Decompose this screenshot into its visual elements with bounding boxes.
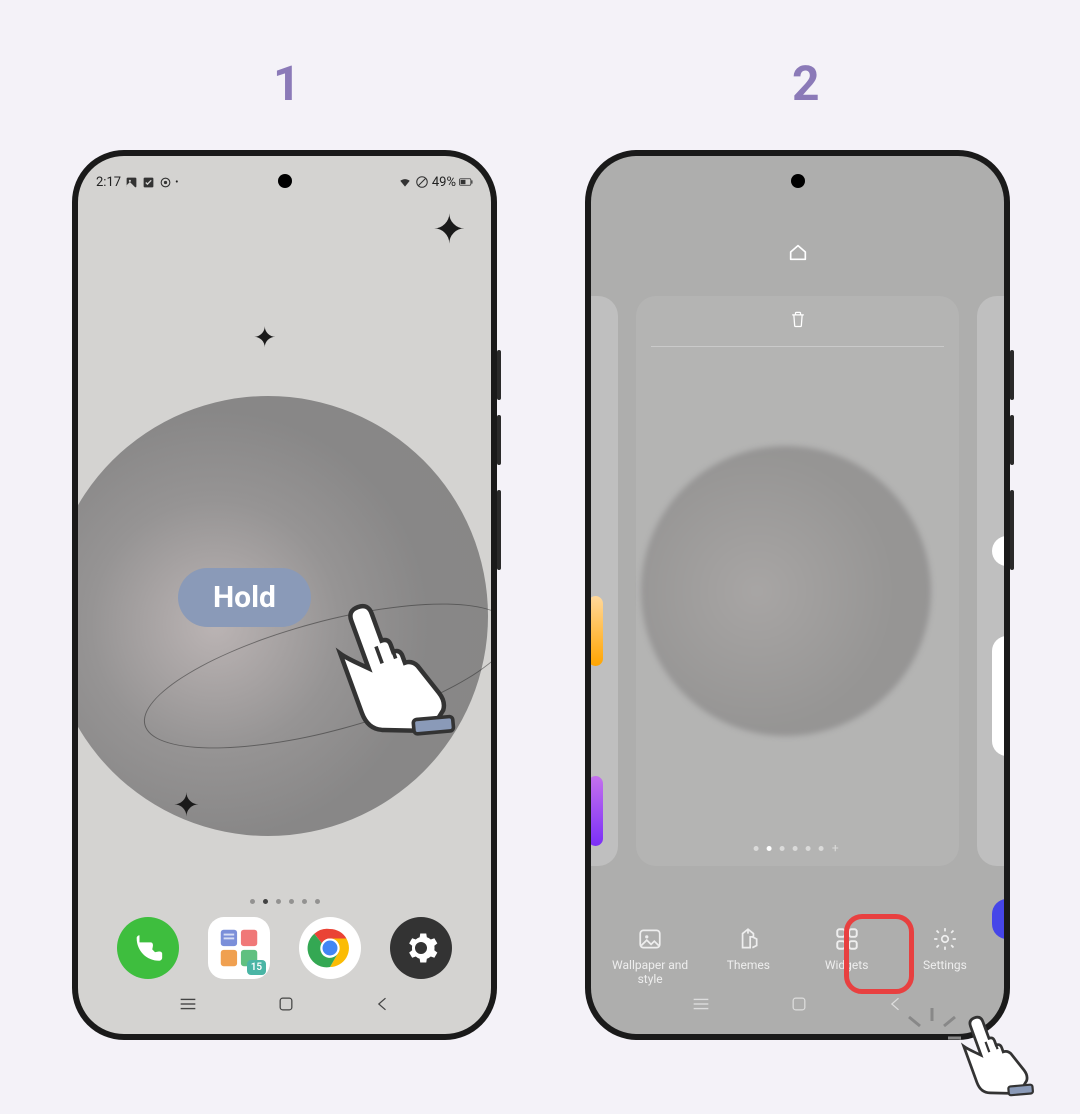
apps-count-badge: 15 bbox=[247, 960, 266, 975]
page-dot bbox=[793, 846, 798, 851]
page-dot bbox=[819, 846, 824, 851]
power-button bbox=[497, 490, 501, 570]
page-preview-current[interactable] bbox=[636, 296, 959, 866]
widget-peek bbox=[591, 776, 603, 846]
step-number-one: 1 bbox=[273, 55, 301, 112]
page-dot bbox=[806, 846, 811, 851]
add-page-icon[interactable]: + bbox=[832, 842, 839, 854]
chrome-app-icon[interactable] bbox=[299, 917, 361, 979]
page-dot-active bbox=[767, 846, 772, 851]
sparkle-icon: ✦ bbox=[432, 206, 466, 253]
themes-button[interactable]: Themes bbox=[703, 926, 793, 986]
home-button[interactable] bbox=[276, 994, 296, 1019]
wallpaper-style-button[interactable]: Wallpaper and style bbox=[605, 926, 695, 986]
dock-bar: 15 bbox=[78, 917, 491, 979]
page-indicator bbox=[250, 899, 320, 904]
phone-frame-step-2: + Wallpaper and style Themes Widge bbox=[585, 150, 1010, 1040]
cursor-tap-icon bbox=[933, 1000, 1043, 1110]
sparkle-icon: ✦ bbox=[173, 786, 200, 824]
target-icon bbox=[158, 175, 172, 189]
settings-app-icon[interactable] bbox=[390, 917, 452, 979]
home-editor-options: Wallpaper and style Themes Widgets Setti… bbox=[591, 926, 1004, 986]
page-dot bbox=[289, 899, 294, 904]
no-signal-icon bbox=[415, 175, 429, 189]
wallpaper-preview-sphere bbox=[641, 446, 931, 736]
camera-hole bbox=[278, 174, 292, 188]
cursor-pointer-icon bbox=[290, 578, 470, 758]
recents-button[interactable] bbox=[177, 993, 199, 1020]
recents-button[interactable] bbox=[690, 993, 712, 1020]
checkbox-icon bbox=[141, 175, 155, 189]
page-dot-active bbox=[263, 899, 268, 904]
volume-down-button bbox=[497, 415, 501, 465]
page-dot bbox=[302, 899, 307, 904]
status-time: 2:17 bbox=[96, 175, 121, 190]
preview-divider bbox=[651, 346, 944, 347]
option-label: Settings bbox=[923, 958, 967, 972]
option-label: Wallpaper and style bbox=[605, 958, 695, 986]
page-indicator: + bbox=[754, 842, 839, 854]
page-preview-prev[interactable] bbox=[591, 296, 618, 866]
page-dot bbox=[276, 899, 281, 904]
page-preview-next[interactable] bbox=[977, 296, 1004, 866]
highlight-box bbox=[844, 914, 914, 994]
power-button bbox=[1010, 490, 1014, 570]
widget-peek bbox=[992, 636, 1004, 756]
image-icon bbox=[124, 175, 138, 189]
volume-down-button bbox=[1010, 415, 1014, 465]
apps-grid-icon[interactable]: 15 bbox=[208, 917, 270, 979]
wifi-icon bbox=[398, 175, 412, 189]
step-number-two: 2 bbox=[792, 55, 820, 112]
page-dot bbox=[754, 846, 759, 851]
gear-icon bbox=[932, 926, 958, 952]
camera-hole bbox=[791, 174, 805, 188]
widget-peek bbox=[591, 596, 603, 666]
page-dot bbox=[315, 899, 320, 904]
phone-app-icon[interactable] bbox=[117, 917, 179, 979]
home-button[interactable] bbox=[789, 994, 809, 1019]
volume-up-button bbox=[497, 350, 501, 400]
themes-icon bbox=[735, 926, 761, 952]
battery-icon bbox=[459, 175, 473, 189]
page-dot bbox=[250, 899, 255, 904]
back-button[interactable] bbox=[373, 994, 393, 1019]
home-indicator-icon[interactable] bbox=[787, 241, 809, 263]
wallpaper-icon bbox=[637, 926, 663, 952]
option-label: Themes bbox=[727, 958, 770, 972]
battery-percent: 49% bbox=[432, 175, 456, 190]
more-indicator: • bbox=[175, 177, 178, 188]
sparkle-icon: ✦ bbox=[253, 321, 276, 354]
volume-up-button bbox=[1010, 350, 1014, 400]
delete-page-icon[interactable] bbox=[788, 308, 808, 330]
widget-peek bbox=[992, 536, 1004, 566]
navigation-bar bbox=[78, 986, 491, 1026]
home-editor-screen[interactable]: + Wallpaper and style Themes Widge bbox=[591, 156, 1004, 1034]
page-dot bbox=[780, 846, 785, 851]
